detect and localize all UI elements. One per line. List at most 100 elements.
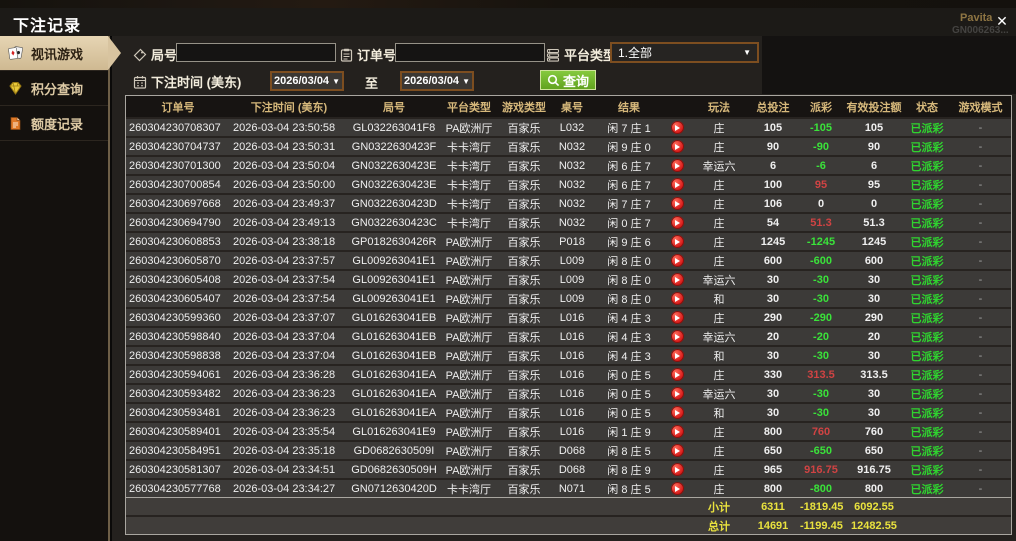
game-mode: - [950, 307, 1011, 326]
game-type: 百家乐 [498, 364, 550, 383]
result: 闲 6 庄 7 [594, 155, 664, 174]
table-no: D068 [550, 459, 594, 478]
platform: 卡卡湾厅 [440, 136, 498, 155]
result: 闲 8 庄 5 [594, 478, 664, 497]
play-cell [664, 155, 690, 174]
table-row: 260304230605407 2026-03-04 23:37:54 GL0092… [126, 288, 1011, 307]
table-row: 260304230584951 2026-03-04 23:35:18 GD0682… [126, 440, 1011, 459]
play-video-icon[interactable] [670, 273, 684, 286]
play-video-icon[interactable] [670, 349, 684, 362]
sidebar-item-video-games[interactable]: 视讯游戏 [0, 36, 121, 71]
play-video-icon[interactable] [670, 425, 684, 438]
result: 闲 4 庄 3 [594, 307, 664, 326]
order-id: 260304230599360 [126, 307, 230, 326]
close-icon[interactable]: ✕ [994, 13, 1010, 29]
play-video-icon[interactable] [670, 311, 684, 324]
play-type: 庄 [690, 136, 748, 155]
play-video-icon[interactable] [670, 463, 684, 476]
platform: PA欧洲厅 [440, 269, 498, 288]
play-video-icon[interactable] [670, 178, 684, 191]
valid-bet: 30 [844, 345, 904, 364]
empty-cell [126, 497, 230, 515]
game-type: 百家乐 [498, 288, 550, 307]
table-row: 260304230605408 2026-03-04 23:37:54 GL0092… [126, 269, 1011, 288]
play-video-icon[interactable] [670, 121, 684, 134]
play-video-icon[interactable] [670, 235, 684, 248]
platform: 卡卡湾厅 [440, 174, 498, 193]
game-mode: - [950, 212, 1011, 231]
play-cell [664, 307, 690, 326]
order-number-input[interactable] [395, 43, 545, 62]
round-id: GL009263041E1 [348, 288, 440, 307]
play-type: 庄 [690, 421, 748, 440]
date-to-picker[interactable]: 2026/03/04 ▼ [400, 71, 474, 91]
result: 闲 8 庄 9 [594, 459, 664, 478]
round-id: GN0322630423E [348, 155, 440, 174]
play-type: 和 [690, 288, 748, 307]
search-button[interactable]: 查询 [540, 70, 597, 90]
column-header: 订单号 [126, 96, 230, 117]
sidebar-item-points-query[interactable]: 积分查询 [0, 71, 108, 106]
result: 闲 0 庄 7 [594, 212, 664, 231]
total-row: 总计 14691 -1199.45 12482.55 [126, 515, 1011, 534]
play-cell [664, 383, 690, 402]
column-header: 总投注 [748, 96, 798, 117]
game-type: 百家乐 [498, 383, 550, 402]
column-header: 桌号 [550, 96, 594, 117]
game-type: 百家乐 [498, 250, 550, 269]
valid-bet: 30 [844, 288, 904, 307]
game-mode: - [950, 383, 1011, 402]
play-video-icon[interactable] [670, 444, 684, 457]
status: 已派彩 [904, 212, 950, 231]
round-number-input[interactable] [176, 43, 336, 62]
play-video-icon[interactable] [670, 482, 684, 495]
play-video-icon[interactable] [670, 292, 684, 305]
order-id: 260304230700854 [126, 174, 230, 193]
column-header [664, 96, 690, 117]
play-video-icon[interactable] [670, 197, 684, 210]
play-type: 庄 [690, 440, 748, 459]
table-row: 260304230598840 2026-03-04 23:37:04 GL0162… [126, 326, 1011, 345]
game-type: 百家乐 [498, 231, 550, 250]
empty-cell [594, 497, 664, 515]
play-video-icon[interactable] [670, 330, 684, 343]
bet-total: 650 [748, 440, 798, 459]
search-button-label: 查询 [563, 73, 590, 89]
status: 已派彩 [904, 117, 950, 136]
order-id: 260304230598840 [126, 326, 230, 345]
play-video-icon[interactable] [670, 387, 684, 400]
round-id: GL016263041E9 [348, 421, 440, 440]
play-type: 和 [690, 402, 748, 421]
play-cell [664, 402, 690, 421]
play-video-icon[interactable] [670, 159, 684, 172]
empty-cell [550, 515, 594, 534]
result: 闲 8 庄 0 [594, 250, 664, 269]
bet-total: 100 [748, 174, 798, 193]
play-video-icon[interactable] [670, 254, 684, 267]
table-no: N032 [550, 155, 594, 174]
play-cell [664, 269, 690, 288]
payout: 51.3 [798, 212, 844, 231]
calendar-icon [133, 75, 147, 89]
game-type: 百家乐 [498, 402, 550, 421]
play-video-icon[interactable] [670, 406, 684, 419]
play-video-icon[interactable] [670, 140, 684, 153]
bet-time: 2026-03-04 23:34:27 [230, 478, 348, 497]
platform-type-select[interactable]: 1.全部 ▼ [610, 42, 759, 63]
play-video-icon[interactable] [670, 368, 684, 381]
sidebar-item-quota-records[interactable]: 额度记录 [0, 106, 108, 141]
bet-total: 105 [748, 117, 798, 136]
date-from-picker[interactable]: 2026/03/04 ▼ [270, 71, 344, 91]
payout: -105 [798, 117, 844, 136]
round-id: GP0182630426R [348, 231, 440, 250]
table-no: L016 [550, 383, 594, 402]
bet-time: 2026-03-04 23:36:23 [230, 383, 348, 402]
column-header: 玩法 [690, 96, 748, 117]
round-id: GN0322630423F [348, 136, 440, 155]
game-mode: - [950, 421, 1011, 440]
play-video-icon[interactable] [670, 216, 684, 229]
order-id: 260304230589401 [126, 421, 230, 440]
valid-bet: 600 [844, 250, 904, 269]
bet-time: 2026-03-04 23:50:04 [230, 155, 348, 174]
game-type: 百家乐 [498, 478, 550, 497]
